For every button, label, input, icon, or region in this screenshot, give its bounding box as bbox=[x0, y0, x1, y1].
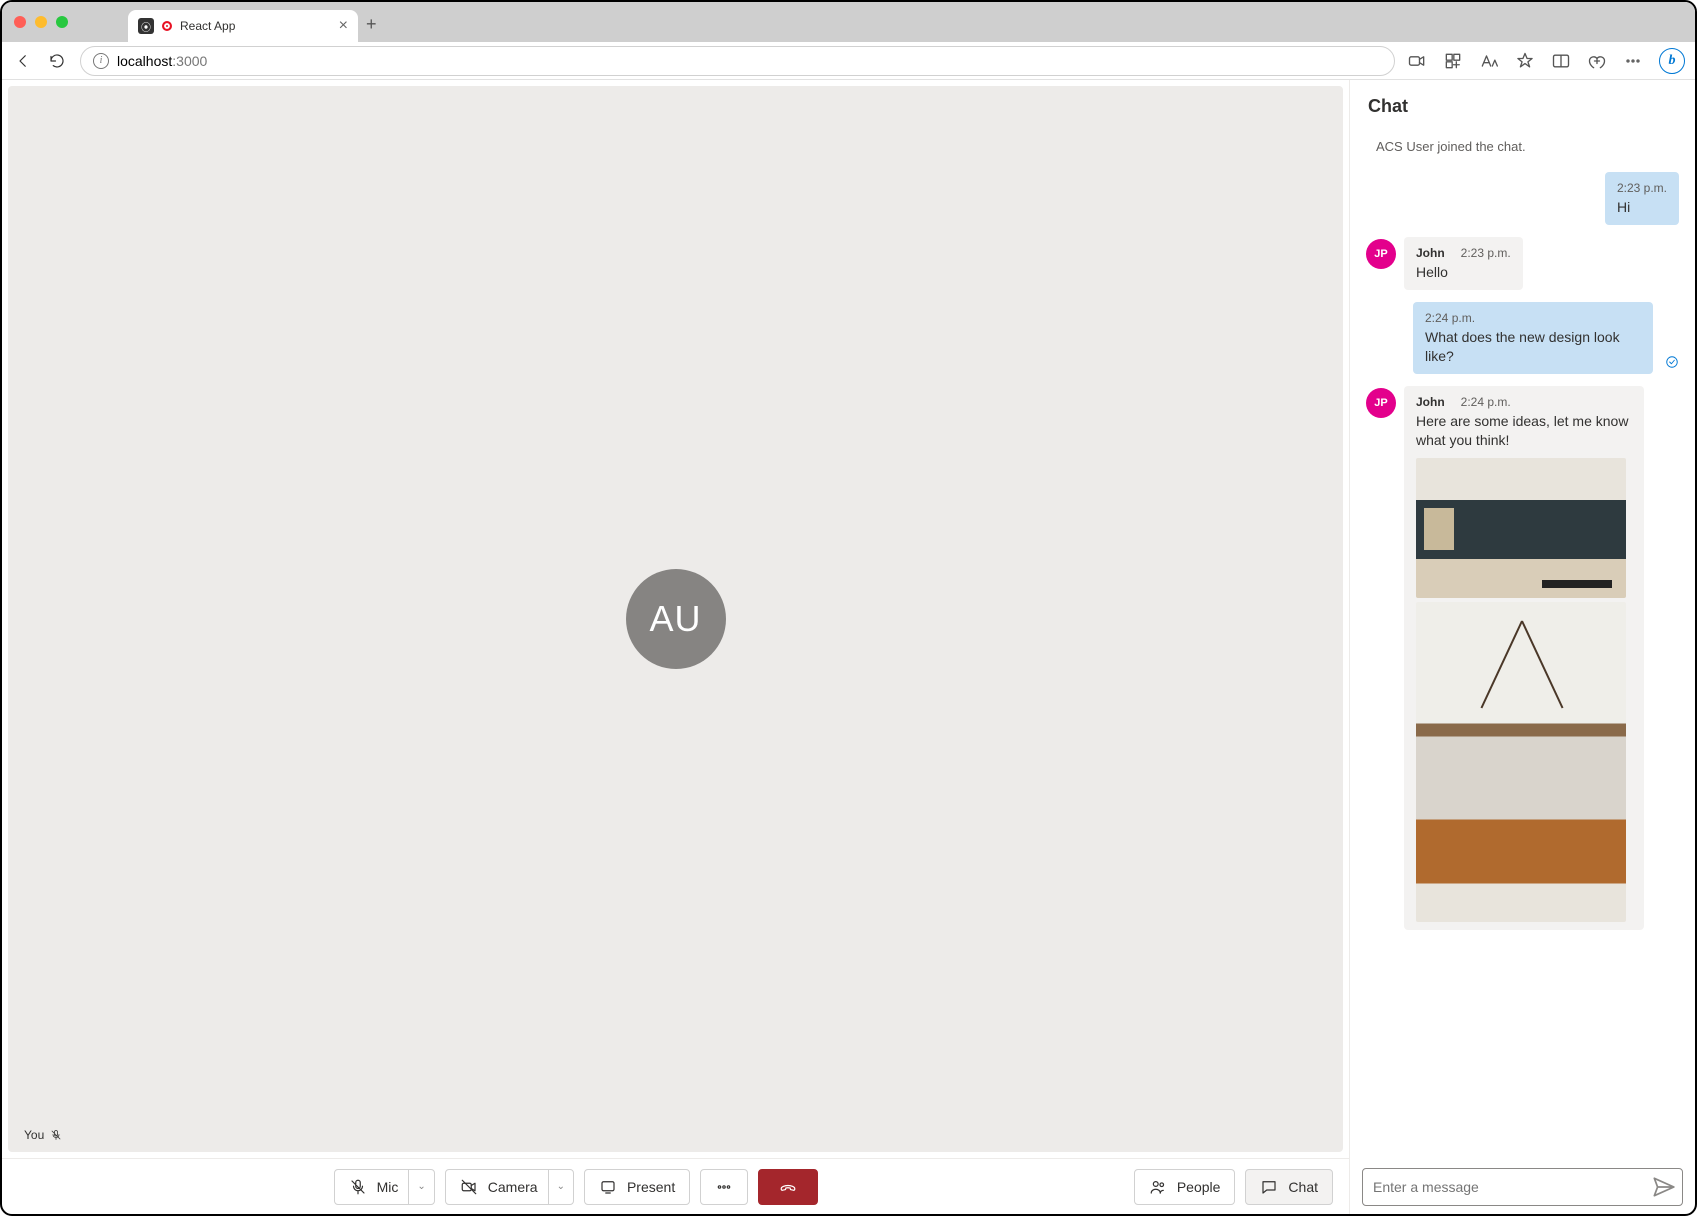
message-bubble: John 2:23 p.m. Hello bbox=[1404, 237, 1523, 290]
chat-input[interactable] bbox=[1373, 1179, 1650, 1195]
window-titlebar: ⦿ React App × + bbox=[2, 2, 1695, 42]
address-bar[interactable]: i localhost:3000 bbox=[80, 46, 1395, 76]
attachment-image[interactable] bbox=[1416, 458, 1626, 598]
call-control-bar: Mic ⌄ Camera ⌄ Present bbox=[2, 1158, 1349, 1214]
message-row: JP John 2:23 p.m. Hello bbox=[1366, 237, 1679, 290]
camera-off-icon bbox=[460, 1178, 478, 1196]
split-screen-icon[interactable] bbox=[1551, 51, 1571, 71]
message-text: What does the new design look like? bbox=[1425, 328, 1641, 366]
message-attachments bbox=[1416, 458, 1632, 922]
mic-label: Mic bbox=[377, 1179, 399, 1195]
new-tab-button[interactable]: + bbox=[366, 14, 377, 35]
tab-title: React App bbox=[180, 19, 331, 33]
tab-close-button[interactable]: × bbox=[339, 17, 348, 35]
url-text: localhost:3000 bbox=[117, 53, 207, 69]
chat-icon bbox=[1260, 1178, 1278, 1196]
more-options-button[interactable] bbox=[700, 1169, 748, 1205]
mic-muted-icon bbox=[50, 1129, 62, 1141]
message-time: 2:23 p.m. bbox=[1617, 180, 1667, 196]
traffic-lights bbox=[14, 16, 68, 28]
chat-message-list[interactable]: ACS User joined the chat. 2:23 p.m. Hi J… bbox=[1362, 131, 1683, 1160]
present-icon bbox=[599, 1178, 617, 1196]
message-time: 2:24 p.m. bbox=[1461, 394, 1511, 410]
send-button[interactable] bbox=[1650, 1174, 1676, 1200]
hangup-button[interactable] bbox=[758, 1169, 818, 1205]
more-icon[interactable] bbox=[1623, 51, 1643, 71]
people-label: People bbox=[1177, 1179, 1221, 1195]
browser-toolbar: i localhost:3000 b bbox=[2, 42, 1695, 80]
people-button[interactable]: People bbox=[1134, 1169, 1236, 1205]
mic-off-icon bbox=[349, 1178, 367, 1196]
message-row: 2:24 p.m. What does the new design look … bbox=[1366, 302, 1679, 374]
collections-icon[interactable] bbox=[1587, 51, 1607, 71]
favorite-icon[interactable] bbox=[1515, 51, 1535, 71]
sender-avatar: JP bbox=[1366, 388, 1396, 418]
refresh-button[interactable] bbox=[46, 50, 68, 72]
hangup-icon bbox=[779, 1178, 797, 1196]
remote-avatar: AU bbox=[626, 569, 726, 669]
chat-toggle-button[interactable]: Chat bbox=[1245, 1169, 1333, 1205]
message-text: Hello bbox=[1416, 263, 1511, 282]
site-info-icon[interactable]: i bbox=[93, 53, 109, 69]
browser-tab[interactable]: ⦿ React App × bbox=[128, 10, 358, 42]
bing-chat-icon[interactable]: b bbox=[1659, 48, 1685, 74]
message-text: Here are some ideas, let me know what yo… bbox=[1416, 412, 1632, 450]
chat-title: Chat bbox=[1362, 96, 1683, 117]
remote-video-tile[interactable]: AU You bbox=[8, 86, 1343, 1152]
maximize-window-button[interactable] bbox=[56, 16, 68, 28]
message-bubble: 2:24 p.m. What does the new design look … bbox=[1413, 302, 1653, 374]
camera-button[interactable]: Camera ⌄ bbox=[445, 1169, 574, 1205]
message-bubble: 2:23 p.m. Hi bbox=[1605, 172, 1679, 225]
toolbar-actions: b bbox=[1407, 48, 1685, 74]
camera-icon[interactable] bbox=[1407, 51, 1427, 71]
app-root: AU You Mic ⌄ Camera ⌄ bbox=[2, 80, 1695, 1214]
sender-name: John bbox=[1416, 245, 1445, 261]
close-window-button[interactable] bbox=[14, 16, 26, 28]
ellipsis-icon bbox=[715, 1178, 733, 1196]
present-label: Present bbox=[627, 1179, 675, 1195]
mic-button[interactable]: Mic ⌄ bbox=[334, 1169, 435, 1205]
chat-panel: Chat ACS User joined the chat. 2:23 p.m.… bbox=[1349, 80, 1695, 1214]
sender-name: John bbox=[1416, 394, 1445, 410]
present-button[interactable]: Present bbox=[584, 1169, 690, 1205]
back-button[interactable] bbox=[12, 50, 34, 72]
message-row: JP John 2:24 p.m. Here are some ideas, le… bbox=[1366, 386, 1679, 930]
camera-options-button[interactable]: ⌄ bbox=[548, 1170, 573, 1204]
message-text: Hi bbox=[1617, 198, 1667, 217]
text-size-icon[interactable] bbox=[1479, 51, 1499, 71]
minimize-window-button[interactable] bbox=[35, 16, 47, 28]
message-time: 2:23 p.m. bbox=[1461, 245, 1511, 261]
message-time: 2:24 p.m. bbox=[1425, 310, 1475, 326]
attachment-image[interactable] bbox=[1416, 602, 1626, 922]
sender-avatar: JP bbox=[1366, 239, 1396, 269]
extensions-icon[interactable] bbox=[1443, 51, 1463, 71]
message-row: 2:23 p.m. Hi bbox=[1366, 172, 1679, 225]
people-icon bbox=[1149, 1178, 1167, 1196]
video-stage: AU You Mic ⌄ Camera ⌄ bbox=[2, 80, 1349, 1214]
message-bubble: John 2:24 p.m. Here are some ideas, let m… bbox=[1404, 386, 1644, 930]
read-receipt-icon bbox=[1665, 355, 1679, 372]
self-label-text: You bbox=[24, 1128, 44, 1142]
camera-label: Camera bbox=[488, 1179, 538, 1195]
self-video-label: You bbox=[24, 1128, 62, 1142]
system-message: ACS User joined the chat. bbox=[1366, 131, 1679, 172]
chat-input-container bbox=[1362, 1168, 1683, 1206]
tab-favicon-icon: ⦿ bbox=[138, 18, 154, 34]
mic-options-button[interactable]: ⌄ bbox=[408, 1170, 433, 1204]
recording-indicator-icon bbox=[162, 21, 172, 31]
chat-label: Chat bbox=[1288, 1179, 1318, 1195]
